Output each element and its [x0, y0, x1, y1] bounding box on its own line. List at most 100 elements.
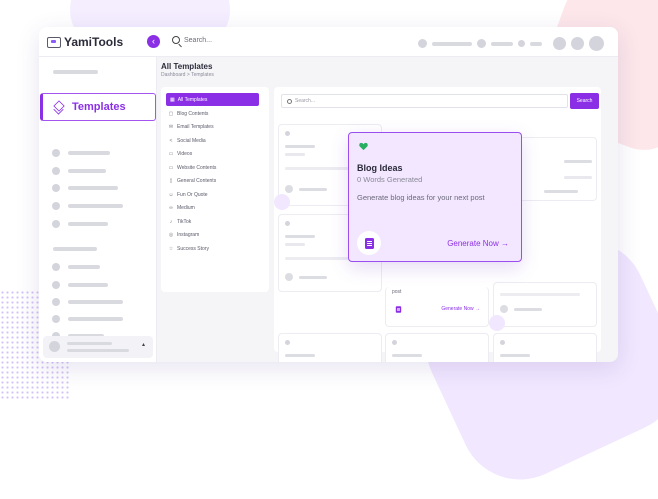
card-title-placeholder [564, 160, 592, 163]
category-label: Social Media [177, 138, 206, 144]
category-medium[interactable]: ∞Medium [168, 205, 195, 211]
mail-icon: ✉ [168, 124, 174, 130]
sidebar-icon [52, 184, 60, 192]
sidebar-item[interactable] [52, 167, 106, 175]
user-email [67, 349, 129, 352]
card-subtitle-placeholder [285, 243, 305, 246]
sidebar-icon [52, 149, 60, 157]
sidebar-item[interactable] [52, 184, 118, 192]
sidebar-user-card[interactable]: ▴ [43, 336, 153, 358]
avatar [49, 341, 60, 352]
category-success-story[interactable]: ☆Success Story [168, 246, 209, 252]
share-icon: < [168, 138, 174, 144]
layers-icon [53, 102, 64, 113]
category-videos[interactable]: ▭Videos [168, 151, 192, 157]
category-all-templates[interactable]: ▦ All Templates [166, 93, 259, 106]
book-icon: ▢ [168, 111, 174, 117]
caret-up-icon[interactable]: ▴ [142, 341, 145, 348]
tiktok-icon: ♪ [168, 219, 174, 225]
sidebar-item-label: Templates [72, 101, 126, 113]
top-search-placeholder: Search... [184, 37, 212, 44]
sidebar-icon [52, 263, 60, 271]
chevron-left-icon[interactable]: ‹ [147, 35, 160, 48]
category-email-templates[interactable]: ✉Email Templates [168, 124, 214, 130]
sidebar-item[interactable] [52, 149, 110, 157]
card-icon [392, 340, 397, 345]
category-label: Website Contents [177, 165, 216, 171]
template-card[interactable] [493, 282, 597, 327]
category-social-media[interactable]: <Social Media [168, 138, 206, 144]
generate-now-button[interactable]: Generate Now → [447, 239, 509, 248]
category-general-contents[interactable]: ▯General Contents [168, 178, 216, 184]
category-label: All Templates [178, 97, 208, 103]
category-fun-or-quote[interactable]: ☺Fun Or Quote [168, 192, 208, 198]
generate-now-link[interactable]: Generate Now → [441, 306, 480, 312]
category-tiktok[interactable]: ♪TikTok [168, 219, 191, 225]
category-blog-contents[interactable]: ▢Blog Contents [168, 111, 208, 117]
app-name: YamiTools [64, 35, 123, 49]
card-cta-placeholder [514, 308, 542, 311]
star-icon: ☆ [168, 246, 174, 252]
monitor-icon: ▭ [168, 165, 174, 171]
category-instagram[interactable]: ◎Instagram [168, 232, 199, 238]
sidebar-item[interactable] [52, 220, 108, 228]
sidebar-item-label [53, 70, 98, 74]
card-title-placeholder [285, 235, 315, 238]
avatar[interactable] [589, 36, 604, 51]
template-card[interactable]: 1 [278, 333, 382, 362]
nav-icon[interactable] [477, 39, 486, 48]
app-window: YamiTools ‹ Search... Templates [39, 27, 618, 362]
top-right-controls [418, 36, 604, 51]
page-title: All Templates [161, 62, 212, 71]
template-card[interactable]: post Generate Now → [385, 287, 489, 327]
card-title: Blog Ideas [357, 163, 403, 173]
sidebar-item[interactable] [53, 70, 98, 74]
nav-icon[interactable] [518, 40, 525, 47]
logo[interactable]: YamiTools [47, 35, 123, 49]
sidebar-item[interactable] [52, 202, 123, 210]
template-card[interactable] [493, 333, 597, 362]
category-website-contents[interactable]: ▭Website Contents [168, 165, 216, 171]
card-desc-placeholder [500, 293, 580, 296]
sidebar-item-templates[interactable]: Templates [40, 93, 156, 121]
search-button[interactable]: Search [570, 93, 599, 109]
search-placeholder: Search... [295, 98, 315, 104]
card-avatar [500, 305, 508, 313]
card-icon [285, 340, 290, 345]
card-title-placeholder [285, 145, 315, 148]
sidebar-item-label [68, 283, 108, 287]
card-title-placeholder [285, 354, 315, 357]
blog-ideas-card[interactable]: Blog Ideas 0 Words Generated Generate bl… [348, 132, 522, 262]
video-icon: ▭ [168, 151, 174, 157]
breadcrumb[interactable]: Dashboard > Templates [161, 72, 214, 78]
nav-icon[interactable] [418, 39, 427, 48]
sidebar-item[interactable] [52, 298, 123, 306]
sidebar-item-label [68, 317, 123, 321]
search-icon [287, 99, 292, 104]
words-generated: 0 Words Generated [357, 175, 422, 184]
settings-icon[interactable] [571, 37, 584, 50]
template-search-input[interactable]: Search... [281, 94, 568, 108]
logo-icon [47, 37, 61, 48]
sidebar-icon [52, 315, 60, 323]
heart-icon[interactable] [359, 142, 368, 151]
sidebar-item[interactable] [52, 281, 108, 289]
card-icon [285, 131, 290, 136]
card-avatar [285, 185, 293, 193]
card-title-placeholder [392, 354, 422, 357]
sidebar-item[interactable] [52, 263, 100, 271]
card-cta-placeholder [299, 276, 327, 279]
template-card[interactable] [385, 333, 489, 362]
notification-icon[interactable] [553, 37, 566, 50]
top-search[interactable]: Search... [172, 36, 212, 44]
sidebar-section-label [53, 247, 97, 251]
clipboard-icon [365, 238, 374, 249]
card-description: Generate blog ideas for your next post [357, 193, 485, 202]
category-label: Email Templates [177, 124, 214, 130]
sidebar-item-label [68, 222, 108, 226]
card-cta-placeholder [299, 188, 327, 191]
category-panel: ▦ All Templates ▢Blog Contents ✉Email Te… [161, 87, 269, 292]
smile-icon: ☺ [168, 192, 174, 198]
instagram-icon: ◎ [168, 232, 174, 238]
sidebar-item[interactable] [52, 315, 123, 323]
